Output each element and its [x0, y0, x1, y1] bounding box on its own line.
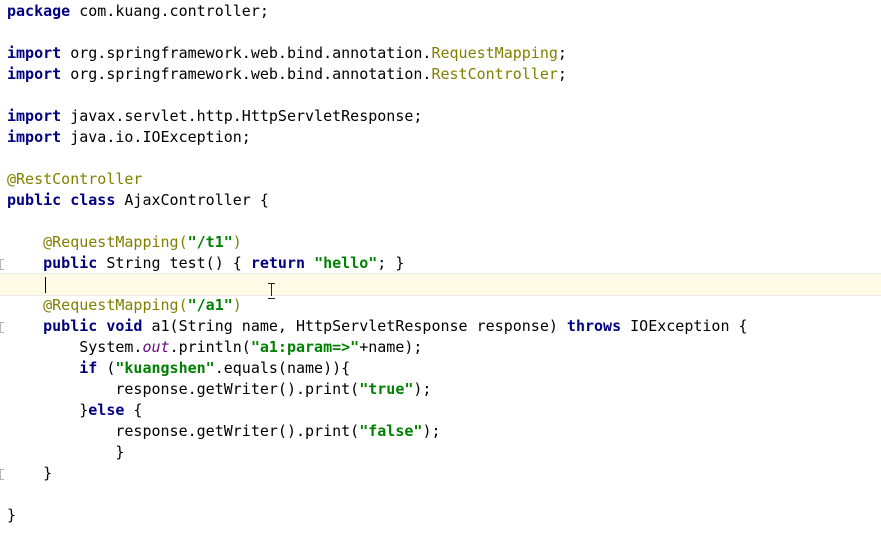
method-signature: String test() {: [97, 254, 251, 272]
annotation: @RequestMapping(: [43, 296, 188, 314]
punct: ;: [557, 65, 567, 83]
keyword: throws: [566, 317, 622, 335]
code-line[interactable]: response.getWriter().print("true");: [0, 379, 881, 400]
string-literal: "kuangshen": [115, 359, 215, 377]
string-literal: "true": [359, 380, 414, 398]
keyword: import: [7, 107, 62, 125]
import-path: org.springframework.web.bind.annotation.: [61, 44, 432, 62]
string-literal: "/t1": [187, 233, 233, 251]
code-text: }: [43, 464, 53, 482]
string-literal: "hello": [314, 254, 378, 272]
import-path: javax.servlet.http.HttpServletResponse;: [61, 107, 423, 125]
keyword: import: [7, 44, 62, 62]
annotation: @RequestMapping(: [43, 233, 188, 251]
import-path: org.springframework.web.bind.annotation.: [61, 65, 432, 83]
code-line[interactable]: public void a1(String name, HttpServletR…: [0, 316, 881, 337]
string-literal: "false": [359, 422, 423, 440]
code-line[interactable]: import java.io.IOException;: [0, 127, 881, 148]
mouse-cursor-icon: [268, 283, 276, 299]
code-text: response.getWriter().print(: [115, 380, 360, 398]
current-line[interactable]: [0, 273, 881, 296]
annotation: ): [232, 296, 242, 314]
keyword: return: [250, 254, 306, 272]
punct: ;: [557, 44, 567, 62]
text-caret: [45, 277, 46, 293]
code-text: +name);: [359, 338, 423, 356]
code-text: System.: [79, 338, 143, 356]
code-line[interactable]: public String test() { return "hello"; }: [0, 253, 881, 274]
code-line[interactable]: }: [0, 505, 881, 526]
code-line[interactable]: }: [0, 463, 881, 484]
code-text: (: [97, 359, 116, 377]
code-line[interactable]: @RequestMapping("/a1"): [0, 295, 881, 316]
keyword: import: [7, 65, 62, 83]
static-field: out: [142, 338, 170, 356]
class-name: AjaxController {: [115, 191, 269, 209]
keyword: import: [7, 128, 62, 146]
keyword: public: [43, 254, 98, 272]
code-line[interactable]: import org.springframework.web.bind.anno…: [0, 64, 881, 85]
code-text: );: [422, 422, 441, 440]
string-literal: "/a1": [187, 296, 233, 314]
keyword: class: [70, 191, 116, 209]
annotation: ): [232, 233, 242, 251]
code-text: .println(: [169, 338, 251, 356]
exception-type: IOException {: [621, 317, 748, 335]
keyword: if: [79, 359, 98, 377]
code-text: }: [7, 506, 17, 524]
code-line[interactable]: import javax.servlet.http.HttpServletRes…: [0, 106, 881, 127]
keyword: void: [106, 317, 143, 335]
code-text: }: [115, 443, 125, 461]
import-class: RequestMapping: [431, 44, 558, 62]
keyword: public: [7, 191, 62, 209]
keyword: else: [88, 401, 125, 419]
code-editor[interactable]: package com.kuang.controller; import org…: [0, 0, 881, 543]
string-literal: "a1:param=>": [250, 338, 360, 356]
import-class: RestController: [431, 65, 558, 83]
method-signature: a1(String name, HttpServletResponse resp…: [142, 317, 567, 335]
code-line[interactable]: response.getWriter().print("false");: [0, 421, 881, 442]
fold-marker-icon[interactable]: [0, 469, 4, 480]
fold-marker-icon[interactable]: [0, 259, 4, 270]
code-line[interactable]: @RestController: [0, 169, 881, 190]
code-text: );: [413, 380, 432, 398]
package-name: com.kuang.controller;: [70, 2, 269, 20]
fold-marker-icon[interactable]: [0, 322, 4, 333]
code-line[interactable]: if ("kuangshen".equals(name)){: [0, 358, 881, 379]
code-text: .equals(name)){: [214, 359, 351, 377]
code-text: response.getWriter().print(: [115, 422, 360, 440]
annotation: @RestController: [7, 170, 143, 188]
keyword: package: [7, 2, 71, 20]
code-line[interactable]: package com.kuang.controller;: [0, 1, 881, 22]
keyword: public: [43, 317, 98, 335]
code-line[interactable]: import org.springframework.web.bind.anno…: [0, 43, 881, 64]
punct: ; }: [377, 254, 405, 272]
code-text: }: [79, 401, 89, 419]
code-line[interactable]: public class AjaxController {: [0, 190, 881, 211]
code-line[interactable]: }: [0, 442, 881, 463]
code-line[interactable]: @RequestMapping("/t1"): [0, 232, 881, 253]
import-path: java.io.IOException;: [61, 128, 251, 146]
code-text: {: [124, 401, 143, 419]
code-line[interactable]: System.out.println("a1:param=>"+name);: [0, 337, 881, 358]
code-line[interactable]: }else {: [0, 400, 881, 421]
